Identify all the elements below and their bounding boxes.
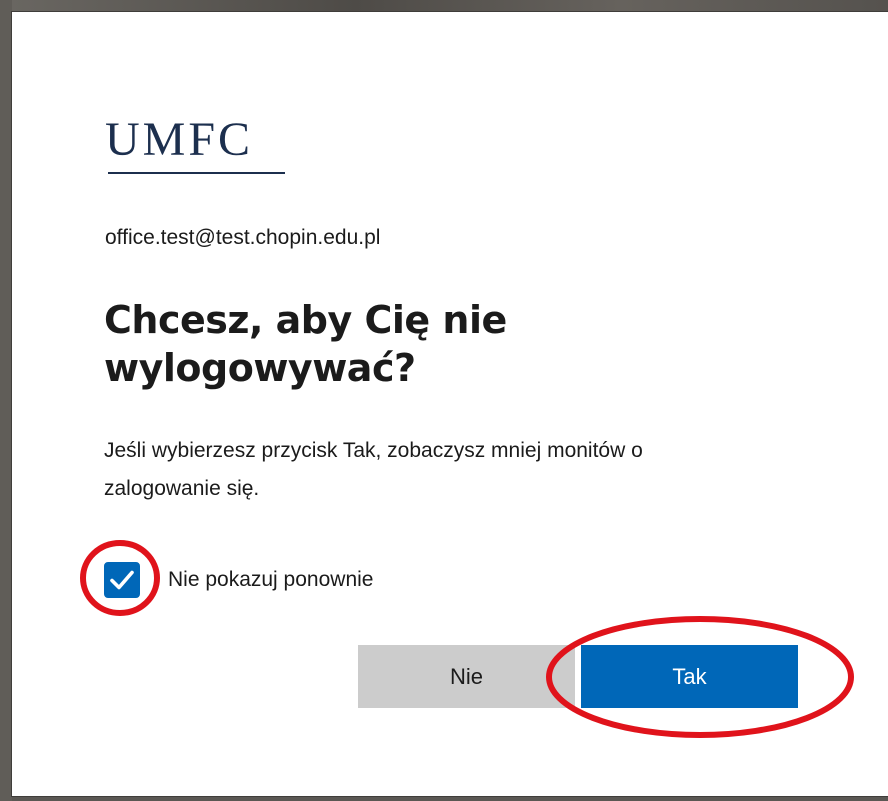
- yes-button[interactable]: Tak: [581, 645, 798, 708]
- checkmark-icon: [110, 570, 134, 590]
- dont-show-again-label[interactable]: Nie pokazuj ponownie: [168, 568, 373, 592]
- background-window-edge: [0, 0, 888, 12]
- prompt-description: Jeśli wybierzesz przycisk Tak, zobaczysz…: [104, 439, 643, 500]
- dont-show-again-row[interactable]: Nie pokazuj ponownie: [104, 558, 373, 602]
- account-email: office.test@test.chopin.edu.pl: [105, 226, 381, 249]
- no-button[interactable]: Nie: [358, 645, 575, 708]
- background-window-edge-left: [0, 0, 12, 801]
- umfc-logo: UMFC: [105, 113, 254, 166]
- page-title: Chcesz, aby Cię nie wylogowywać?: [104, 298, 507, 390]
- dont-show-again-checkbox[interactable]: [104, 562, 140, 598]
- logo-underline: [108, 172, 285, 174]
